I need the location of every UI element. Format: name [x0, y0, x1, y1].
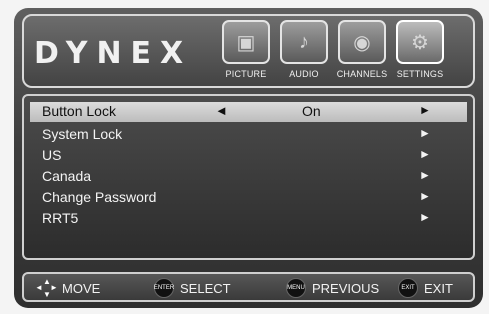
menu-item-label: System Lock — [42, 126, 123, 142]
tab-label: SETTINGS — [396, 69, 444, 79]
exit-button-icon: EXIT — [398, 278, 418, 298]
arrow-right-icon[interactable]: ► — [419, 126, 431, 140]
hint-previous: MENU PREVIOUS — [286, 278, 379, 298]
tab-label: PICTURE — [225, 69, 267, 79]
arrow-right-icon[interactable]: ► — [419, 189, 431, 203]
tab-settings[interactable]: ⚙ SETTINGS — [394, 20, 446, 79]
tab-audio[interactable]: ♪ AUDIO — [278, 20, 330, 79]
osd-header: DYNEX ▣ PICTURE ♪ AUDIO ◉ CHANNELS ⚙ SET… — [22, 14, 475, 88]
osd-screen: DYNEX ▣ PICTURE ♪ AUDIO ◉ CHANNELS ⚙ SET… — [14, 8, 483, 308]
tab-bar: ▣ PICTURE ♪ AUDIO ◉ CHANNELS ⚙ SETTINGS — [220, 20, 446, 79]
arrow-right-icon[interactable]: ► — [419, 168, 431, 182]
menu-item-label: Canada — [42, 168, 92, 184]
menu-button-icon: MENU — [286, 278, 306, 298]
dpad-icon: ▲ ▼ ◄ ► — [35, 277, 58, 299]
hint-move: ▲ ▼ ◄ ► MOVE — [35, 277, 101, 299]
tab-label: AUDIO — [289, 69, 319, 79]
brand-logo: DYNEX — [34, 36, 193, 71]
menu-item-canada[interactable]: Canada ► — [30, 167, 467, 187]
hint-move-text: MOVE — [62, 280, 101, 296]
menu-item-change-password[interactable]: Change Password ► — [30, 188, 467, 208]
audio-icon: ♪ — [280, 20, 328, 64]
enter-button-icon: ENTER — [154, 278, 174, 298]
menu-item-us[interactable]: US ► — [30, 146, 467, 166]
arrow-right-icon[interactable]: ► — [419, 103, 431, 117]
menu-item-value: On — [302, 103, 321, 119]
tab-picture[interactable]: ▣ PICTURE — [220, 20, 272, 79]
hint-exit: EXIT EXIT — [398, 278, 453, 298]
hint-previous-text: PREVIOUS — [312, 280, 380, 296]
tab-channels[interactable]: ◉ CHANNELS — [336, 20, 388, 79]
settings-icon: ⚙ — [396, 20, 444, 64]
tv-frame: DYNEX ▣ PICTURE ♪ AUDIO ◉ CHANNELS ⚙ SET… — [0, 0, 489, 314]
arrow-right-icon[interactable]: ► — [419, 147, 431, 161]
channels-icon: ◉ — [338, 20, 386, 64]
menu-item-label: RRT5 — [42, 210, 79, 226]
tab-label: CHANNELS — [336, 69, 388, 79]
picture-icon: ▣ — [222, 20, 270, 64]
control-hints: ▲ ▼ ◄ ► MOVE ENTER SELECT MENU PREVIOUS … — [22, 272, 475, 302]
hint-select: ENTER SELECT — [154, 278, 231, 298]
menu-item-label: Button Lock — [42, 103, 116, 119]
menu-item-label: Change Password — [42, 189, 157, 205]
arrow-right-icon[interactable]: ► — [419, 210, 431, 224]
menu-item-rrt5[interactable]: RRT5 ► — [30, 209, 467, 229]
hint-select-text: SELECT — [180, 280, 231, 296]
arrow-left-icon[interactable]: ◄ — [215, 103, 228, 118]
settings-menu: Button Lock ◄ On ► System Lock ► US ► Ca… — [22, 94, 475, 260]
hint-exit-text: EXIT — [424, 280, 453, 296]
menu-item-button-lock[interactable]: Button Lock ◄ On ► — [30, 102, 467, 122]
menu-item-label: US — [42, 147, 62, 163]
menu-item-system-lock[interactable]: System Lock ► — [30, 125, 467, 145]
